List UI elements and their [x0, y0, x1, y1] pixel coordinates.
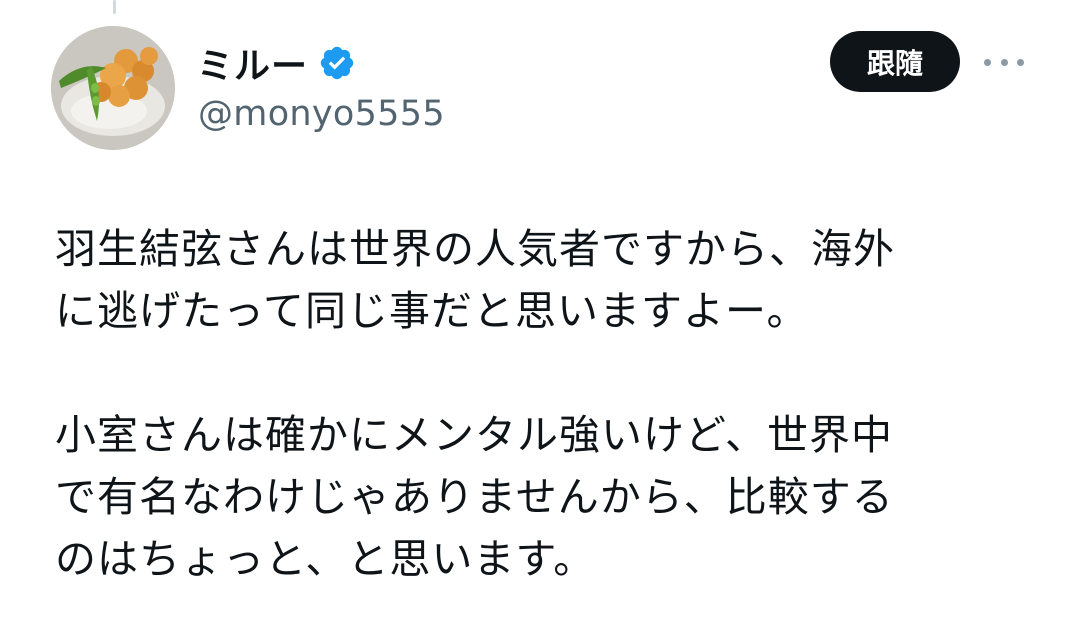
tweet-text-line: に逃げたって同じ事だと思いますよー。: [55, 287, 809, 335]
tweet-text-line: で有名なわけじゃありませんから、比較する: [55, 473, 894, 521]
more-dot: [984, 58, 991, 66]
tweet-text-line: 羽生結弦さんは世界の人気者ですから、海外: [55, 225, 895, 273]
tweet-text-line: のはちょっと、と思います。: [55, 535, 596, 583]
verified-badge-icon: [318, 44, 356, 82]
food-photo-avatar-icon: [51, 26, 175, 150]
tweet-paragraph: 小室さんは確かにメンタル強いけど、世界中 で有名なわけじゃありませんから、比較す…: [55, 404, 1055, 590]
author-display-name[interactable]: ミルー: [197, 37, 308, 89]
more-options-icon[interactable]: [984, 50, 1024, 74]
follow-button[interactable]: 跟隨: [830, 31, 960, 92]
author-handle[interactable]: @monyo5555: [198, 94, 445, 134]
thread-connector-line: [113, 0, 116, 14]
author-name-row: ミルー: [197, 38, 356, 88]
more-dot: [1017, 58, 1024, 66]
author-avatar[interactable]: [51, 26, 175, 150]
more-dot: [1000, 58, 1008, 66]
tweet-paragraph: 羽生結弦さんは世界の人気者ですから、海外 に逃げたって同じ事だと思いますよー。: [55, 218, 1055, 342]
tweet-text-line: 小室さんは確かにメンタル強いけど、世界中: [55, 411, 893, 459]
tweet-text: 羽生結弦さんは世界の人気者ですから、海外 に逃げたって同じ事だと思いますよー。 …: [55, 218, 1055, 590]
